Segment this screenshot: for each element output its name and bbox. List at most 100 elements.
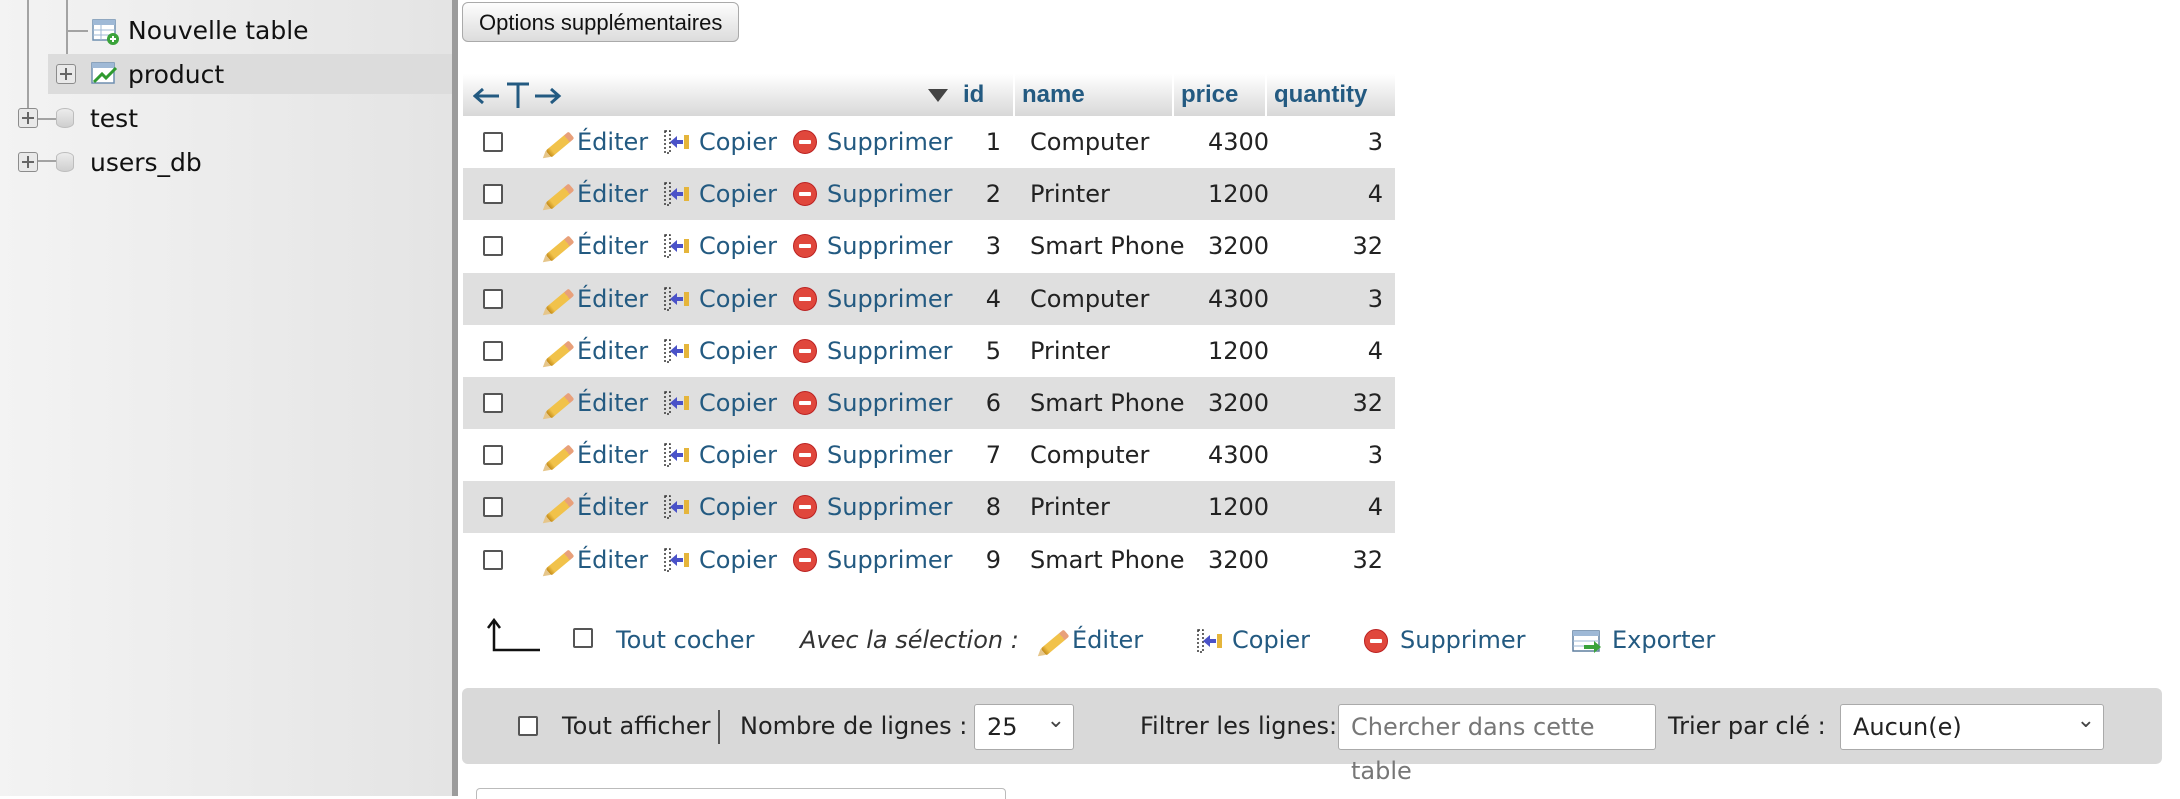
cell-price: 1200 [1208,180,1270,209]
table-navigation-bar: Tout afficher Nombre de lignes : 25 Filt… [462,688,2162,785]
cell-quantity: 4 [1367,493,1383,522]
row-checkbox[interactable] [483,132,503,152]
copy-link[interactable]: Copier [663,429,777,481]
cell-id: 4 [985,284,1001,313]
expand-icon[interactable] [56,64,76,84]
row-checkbox[interactable] [483,497,503,518]
delete-link[interactable]: Supprimer [793,220,952,272]
row-checkbox[interactable] [483,445,503,466]
copy-icon [664,547,689,572]
copy-link[interactable]: Copier [663,116,777,168]
delete-link[interactable]: Supprimer [793,273,952,325]
cell-quantity: 32 [1352,389,1383,417]
extra-options-button[interactable]: Options supplémentaires [462,2,740,42]
expand-icon[interactable] [18,108,38,128]
nav-item-label: product [128,59,225,89]
copy-link[interactable]: Copier [663,325,777,377]
copy-icon [664,234,689,259]
nav-item-new-table[interactable]: Nouvelle table [86,10,452,50]
column-header-quantity[interactable]: quantity [1274,74,1367,116]
show-all-label[interactable]: Tout afficher [562,706,710,746]
check-all-link[interactable]: Tout cocher [616,620,754,660]
column-toggle-icon[interactable] [473,80,563,110]
delete-icon [1364,629,1388,653]
table-row: Éditer Copier Supprimer 1 Computer 4300 … [463,116,1395,168]
cell-id: 6 [985,389,1001,417]
cell-price: 3200 [1208,389,1270,417]
check-all-checkbox[interactable] [573,628,593,648]
edit-link[interactable]: Éditer [541,116,651,168]
cell-price: 4300 [1208,128,1270,156]
cell-id: 3 [985,232,1001,261]
row-count-select[interactable]: 25 [974,699,1074,750]
cell-quantity: 3 [1367,128,1383,156]
sort-dropdown-icon[interactable] [928,89,948,103]
row-checkbox[interactable] [483,549,503,570]
delete-link[interactable]: Supprimer [793,325,952,377]
delete-icon [793,391,817,415]
edit-link[interactable]: Éditer [541,220,651,272]
copy-icon [664,391,689,415]
cell-name: Computer [1030,284,1150,313]
delete-icon [793,130,817,154]
delete-link[interactable]: Supprimer [793,377,952,429]
expand-icon[interactable] [18,152,38,172]
with-selection-label: Avec la sélection : [800,626,1019,654]
delete-icon [793,182,817,207]
table-row: Éditer Copier Supprimer 3 Smart Phone 32… [463,220,1395,272]
nav-item-label: Nouvelle table [128,15,309,45]
column-header-name[interactable]: name [1022,74,1085,116]
pencil-icon [545,549,575,576]
row-checkbox[interactable] [483,393,503,413]
copy-link[interactable]: Copier [663,534,777,586]
delete-link[interactable]: Supprimer [793,168,952,220]
edit-link[interactable]: Éditer [541,325,651,377]
row-checkbox[interactable] [483,236,503,257]
filter-rows-label: Filtrer les lignes: [1140,712,1338,740]
edit-link[interactable]: Éditer [541,168,651,220]
nav-item-test[interactable]: test [14,98,452,138]
row-checkbox[interactable] [483,340,503,361]
edit-link[interactable]: Éditer [541,377,651,429]
delete-link[interactable]: Supprimer [793,534,952,586]
edit-link[interactable]: Éditer [541,534,651,586]
sort-by-key-select[interactable]: Aucun(e) [1840,699,2104,750]
edit-link[interactable]: Éditer [541,429,651,481]
edit-link[interactable]: Éditer [541,273,651,325]
table-row: Éditer Copier Supprimer 5 Printer 1200 4 [463,325,1395,377]
cell-quantity: 4 [1367,336,1383,365]
row-checkbox[interactable] [483,184,503,205]
show-all-checkbox[interactable] [518,716,538,736]
nav-item-users-db[interactable]: users_db [14,142,452,182]
copy-link[interactable]: Copier [663,273,777,325]
delete-link[interactable]: Supprimer [793,116,952,168]
cell-price: 4300 [1208,441,1270,470]
table-header: id name price quantity [463,74,1395,116]
column-header-id[interactable]: id [963,74,984,116]
nav-item-product[interactable]: product [48,54,452,94]
delete-link[interactable]: Supprimer [793,429,952,481]
table-row: Éditer Copier Supprimer 7 Computer 4300 … [463,429,1395,481]
new-table-icon [92,19,119,45]
delete-icon [793,495,817,520]
cell-quantity: 32 [1352,545,1383,574]
copy-icon [664,339,689,363]
table-row: Éditer Copier Supprimer 8 Printer 1200 4 [463,481,1395,534]
filter-rows-input[interactable]: Chercher dans cette table [1338,704,1656,785]
pencil-icon [1040,629,1070,656]
cell-name: Smart Phone [1030,389,1185,417]
cell-name: Computer [1030,128,1150,156]
edit-link[interactable]: Éditer [541,481,651,533]
copy-link[interactable]: Copier [663,481,777,533]
copy-link[interactable]: Copier [663,168,777,220]
cell-quantity: 3 [1367,441,1383,470]
copy-link[interactable]: Copier [663,220,777,272]
row-checkbox[interactable] [483,288,503,309]
cell-price: 4300 [1208,284,1270,313]
panel-resizer[interactable] [452,0,458,796]
copy-link[interactable]: Copier [663,377,777,429]
table-row: Éditer Copier Supprimer 9 Smart Phone 32… [463,534,1395,586]
column-header-price[interactable]: price [1181,74,1238,116]
cell-id: 5 [985,336,1001,365]
delete-link[interactable]: Supprimer [793,481,952,533]
